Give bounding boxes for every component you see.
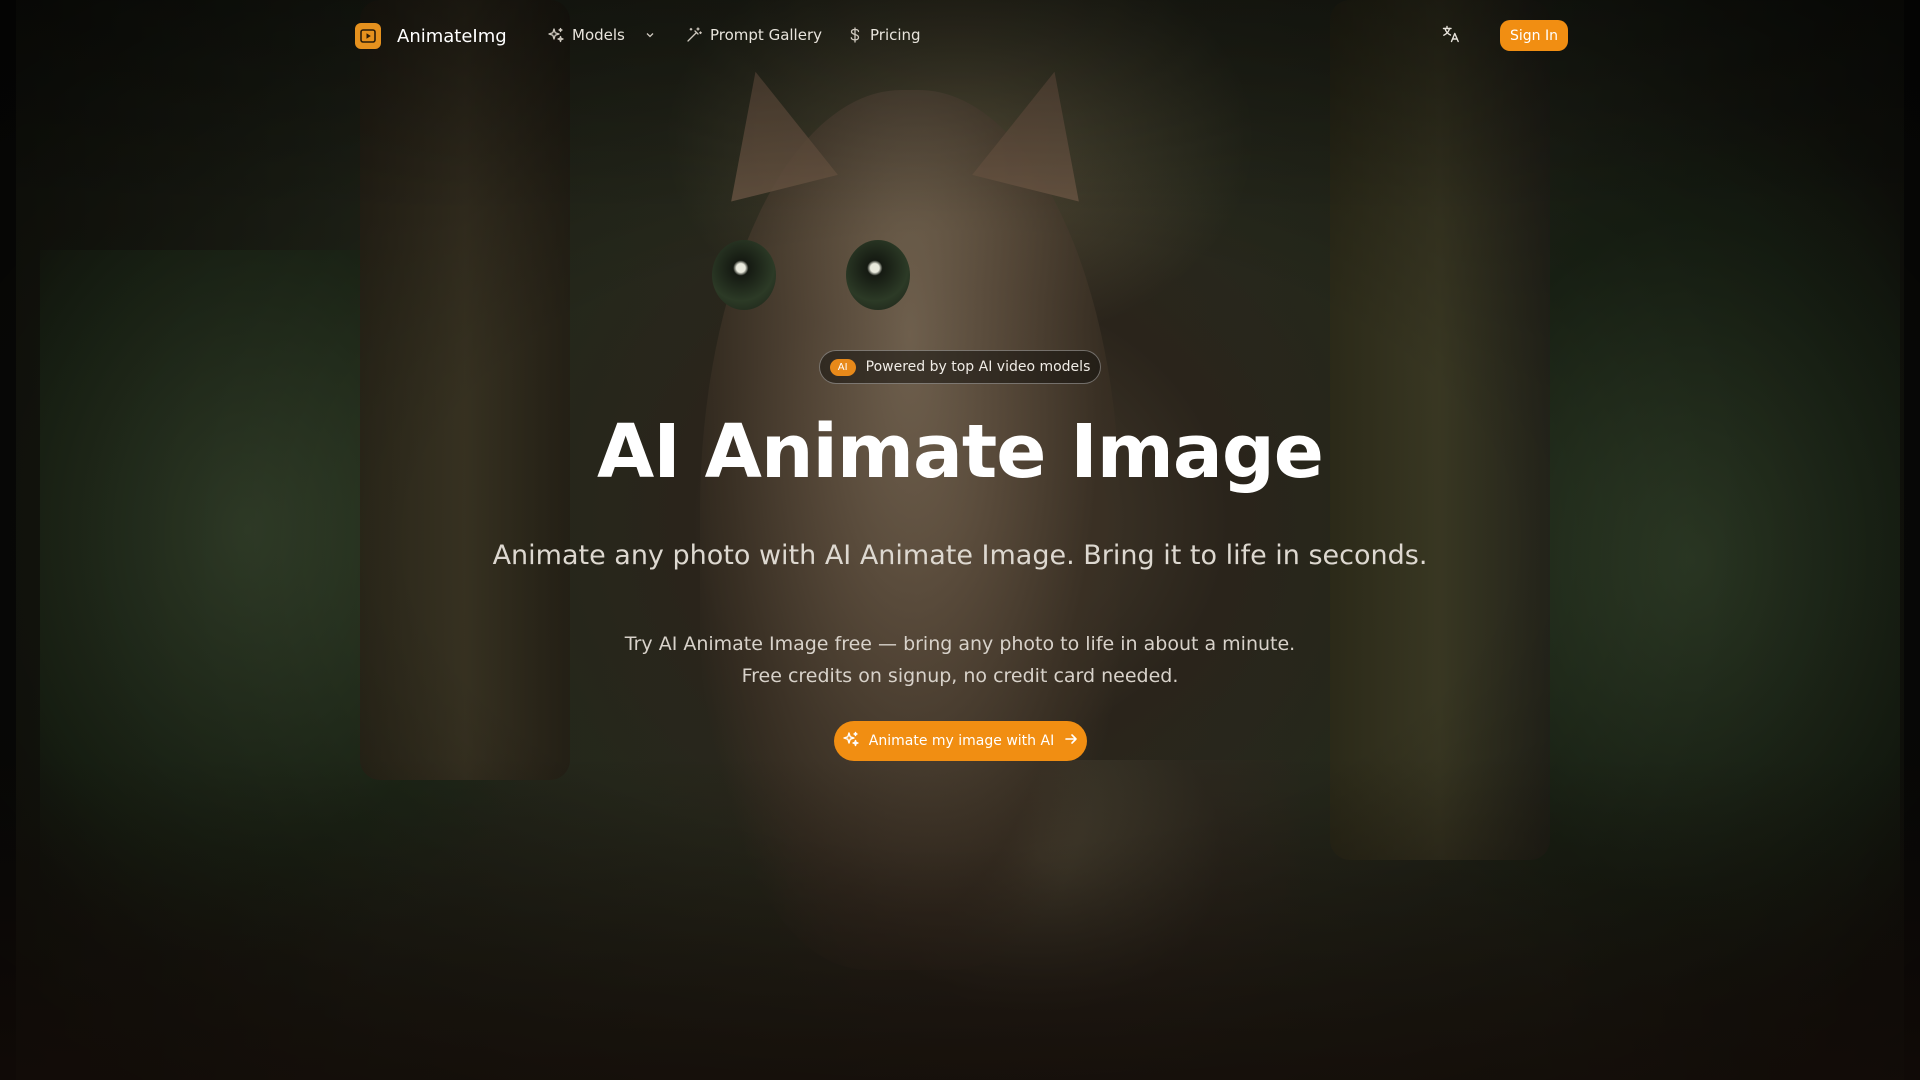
- animate-image-cta-label: Animate my image with AI: [868, 733, 1055, 749]
- hero-title: AI Animate Image: [597, 409, 1324, 495]
- sign-in-button[interactable]: Sign In: [1500, 20, 1568, 51]
- chevron-down-icon: [645, 30, 655, 40]
- hero-description: Try AI Animate Image free — bring any ph…: [0, 628, 1920, 692]
- hero-description-line-2: Free credits on signup, no credit card n…: [741, 665, 1179, 687]
- nav-item-prompt-gallery[interactable]: Prompt Gallery: [686, 24, 822, 46]
- animate-image-cta-button[interactable]: Animate my image with AI: [834, 721, 1087, 761]
- sparkles-icon: [843, 731, 859, 751]
- play-frame-icon: [355, 23, 381, 49]
- nav-item-prompt-gallery-label: Prompt Gallery: [710, 26, 823, 44]
- nav-item-pricing[interactable]: Pricing: [848, 24, 921, 46]
- brand-logo-link[interactable]: AnimateImg: [355, 23, 507, 49]
- nav-item-models-label: Models: [572, 26, 625, 44]
- magic-wand-icon: [686, 27, 702, 43]
- language-switch-button[interactable]: [1440, 25, 1462, 47]
- nav-item-models[interactable]: Models: [548, 24, 655, 46]
- ai-chip: AI: [829, 358, 856, 376]
- hero-subtitle: Animate any photo with AI Animate Image.…: [492, 540, 1428, 571]
- translate-icon: [1442, 25, 1460, 47]
- dollar-icon: [848, 27, 862, 43]
- hero-description-line-1: Try AI Animate Image free — bring any ph…: [624, 633, 1296, 655]
- hero-badge-text: Powered by top AI video models: [865, 359, 1091, 375]
- hero-badge: AI Powered by top AI video models: [819, 350, 1101, 384]
- top-navigation: AnimateImg Models Prompt Gallery Pricing…: [0, 0, 1920, 72]
- sparkles-icon: [548, 27, 564, 43]
- brand-name: AnimateImg: [397, 25, 507, 47]
- landing-page: AnimateImg Models Prompt Gallery Pricing…: [0, 0, 1920, 1080]
- nav-item-pricing-label: Pricing: [870, 26, 921, 44]
- arrow-right-icon: [1064, 732, 1078, 750]
